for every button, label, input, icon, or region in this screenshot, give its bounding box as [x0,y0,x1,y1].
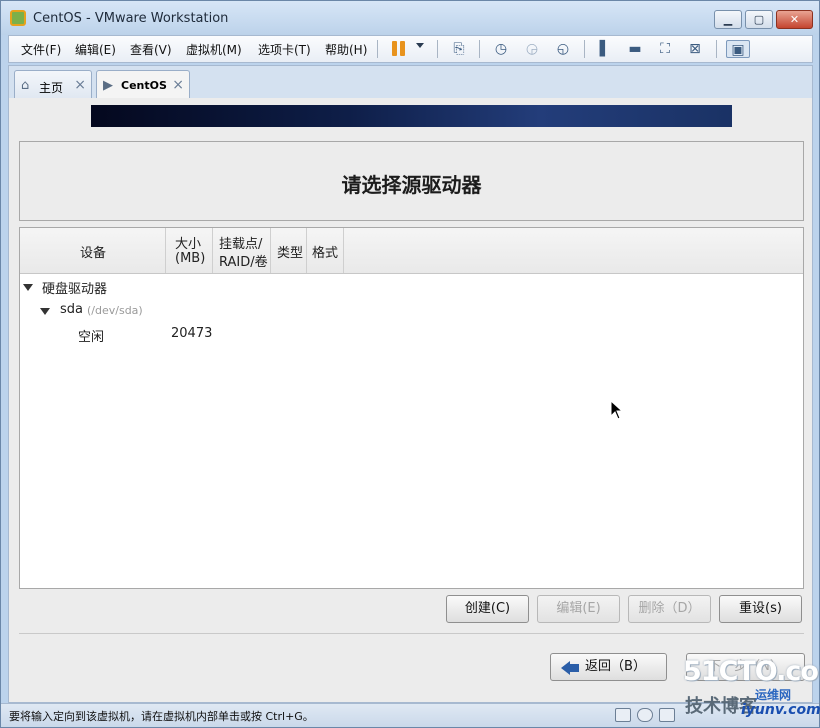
status-text: 要将输入定向到该虚拟机，请在虚拟机内部单击或按 Ctrl+G。 [9,710,314,723]
watermark-site-label: 运维网 [755,688,792,702]
sidebar-view-icon[interactable]: ▌ [595,40,615,58]
toolbar-separator [716,40,717,58]
column-label: 设备 [80,246,107,261]
menu-tabs[interactable]: 选项卡(T) [258,41,311,58]
snapshot-manager-icon[interactable]: ◵ [553,40,573,58]
expander-icon[interactable] [40,308,50,315]
maximize-button[interactable]: ▢ [745,10,773,29]
tree-label: sda [60,302,83,317]
menu-view[interactable]: 查看(V) [130,41,172,58]
fullscreen-icon[interactable]: ⛶ [655,40,675,58]
tab-home[interactable]: ⌂ 主页 × [14,70,92,100]
reset-button[interactable]: 重设(s) [719,595,802,623]
column-label: 大小 [175,237,202,252]
toolbar-separator [377,40,378,58]
back-button[interactable]: 返回（B） [550,653,667,681]
console-view-icon[interactable]: ▣ [726,40,750,58]
menu-file[interactable]: 文件(F) [21,41,61,58]
heading-panel: 请选择源驱动器 [19,141,804,221]
vmware-app-icon [10,10,26,26]
tab-bar: ⌂ 主页 × ▶ CentOS × [8,65,813,100]
device-table[interactable]: 设备 大小 (MB) 挂载点/ RAID/卷 类型 格式 硬盘驱动器 sda (… [19,227,804,589]
edit-button[interactable]: 编辑(E) [537,595,620,623]
delete-button[interactable]: 删除（D） [628,595,711,623]
menu-toolbar: 文件(F) 编辑(E) 查看(V) 虚拟机(M) 选项卡(T) 帮助(H) ⎘ … [8,35,813,63]
close-icon[interactable]: × [172,77,184,93]
divider [19,633,804,634]
table-header: 设备 大小 (MB) 挂载点/ RAID/卷 类型 格式 [20,228,803,274]
minimize-button[interactable]: ▁ [714,10,742,29]
column-type[interactable]: 类型 [271,228,307,273]
device-path: (/dev/sda) [87,304,143,317]
snapshot-icon[interactable]: ◷ [491,40,511,58]
vm-icon: ▶ [103,78,113,93]
revert-snapshot-icon[interactable]: ◶ [522,40,542,58]
title-bar: CentOS - VMware Workstation ▁ ▢ ✕ [1,1,819,35]
tree-row-free[interactable]: 空闲 20473 [20,326,803,348]
back-arrow-icon-bar [569,664,579,672]
toolbar-separator [584,40,585,58]
pause-icon[interactable] [389,40,409,58]
home-icon: ⌂ [21,78,30,93]
expander-icon[interactable] [23,284,33,291]
chevron-down-icon[interactable] [416,43,424,48]
column-label: 类型 [277,246,304,261]
installer-banner [91,105,732,127]
column-mount[interactable]: 挂载点/ RAID/卷 [213,228,271,273]
toolbar-separator [437,40,438,58]
size-value: 20473 [171,326,213,341]
tab-centos[interactable]: ▶ CentOS × [96,70,190,100]
send-ctrl-alt-del-icon[interactable]: ⎘ [449,40,469,58]
window-title: CentOS - VMware Workstation [33,11,229,26]
tree-row-hard-drives[interactable]: 硬盘驱动器 [20,278,803,300]
menu-help[interactable]: 帮助(H) [325,41,367,58]
hard-disk-icon[interactable] [615,708,631,722]
page-title: 请选择源驱动器 [341,173,482,197]
network-adapter-icon[interactable] [659,708,675,722]
vmware-window: CentOS - VMware Workstation ▁ ▢ ✕ 文件(F) … [0,0,820,728]
mouse-pointer-icon [610,400,624,420]
tree-label: 空闲 [78,330,105,345]
tab-label: 主页 [39,81,64,95]
unity-icon[interactable]: ⊠ [685,40,705,58]
column-label: 挂载点/ [219,237,263,252]
tree-label: 硬盘驱动器 [42,282,108,297]
watermark-brand: 51CTO.com [683,656,820,687]
column-label: 格式 [312,246,339,261]
vm-console[interactable]: 请选择源驱动器 设备 大小 (MB) 挂载点/ RAID/卷 类型 格式 硬盘驱… [8,98,813,703]
cd-dvd-icon[interactable] [637,708,653,722]
tab-label: CentOS [121,79,167,92]
create-button[interactable]: 创建(C) [446,595,529,623]
menu-edit[interactable]: 编辑(E) [75,41,116,58]
column-format[interactable]: 格式 [307,228,344,273]
menu-vm[interactable]: 虚拟机(M) [186,41,242,58]
column-label: RAID/卷 [219,255,268,270]
watermark-site: iyunv.com [741,702,820,718]
column-size[interactable]: 大小 (MB) [166,228,213,273]
column-device[interactable]: 设备 [20,228,166,273]
tree-row-sda[interactable]: sda (/dev/sda) [20,302,803,324]
thumbnail-view-icon[interactable]: ▬ [625,40,645,58]
close-icon[interactable]: × [74,77,86,93]
watermark: 51CTO.com 技术博客 运维网 iyunv.com [683,656,820,726]
column-label: (MB) [175,251,206,266]
toolbar-separator [479,40,480,58]
button-label: 返回（B） [585,659,646,674]
close-button[interactable]: ✕ [776,10,813,29]
